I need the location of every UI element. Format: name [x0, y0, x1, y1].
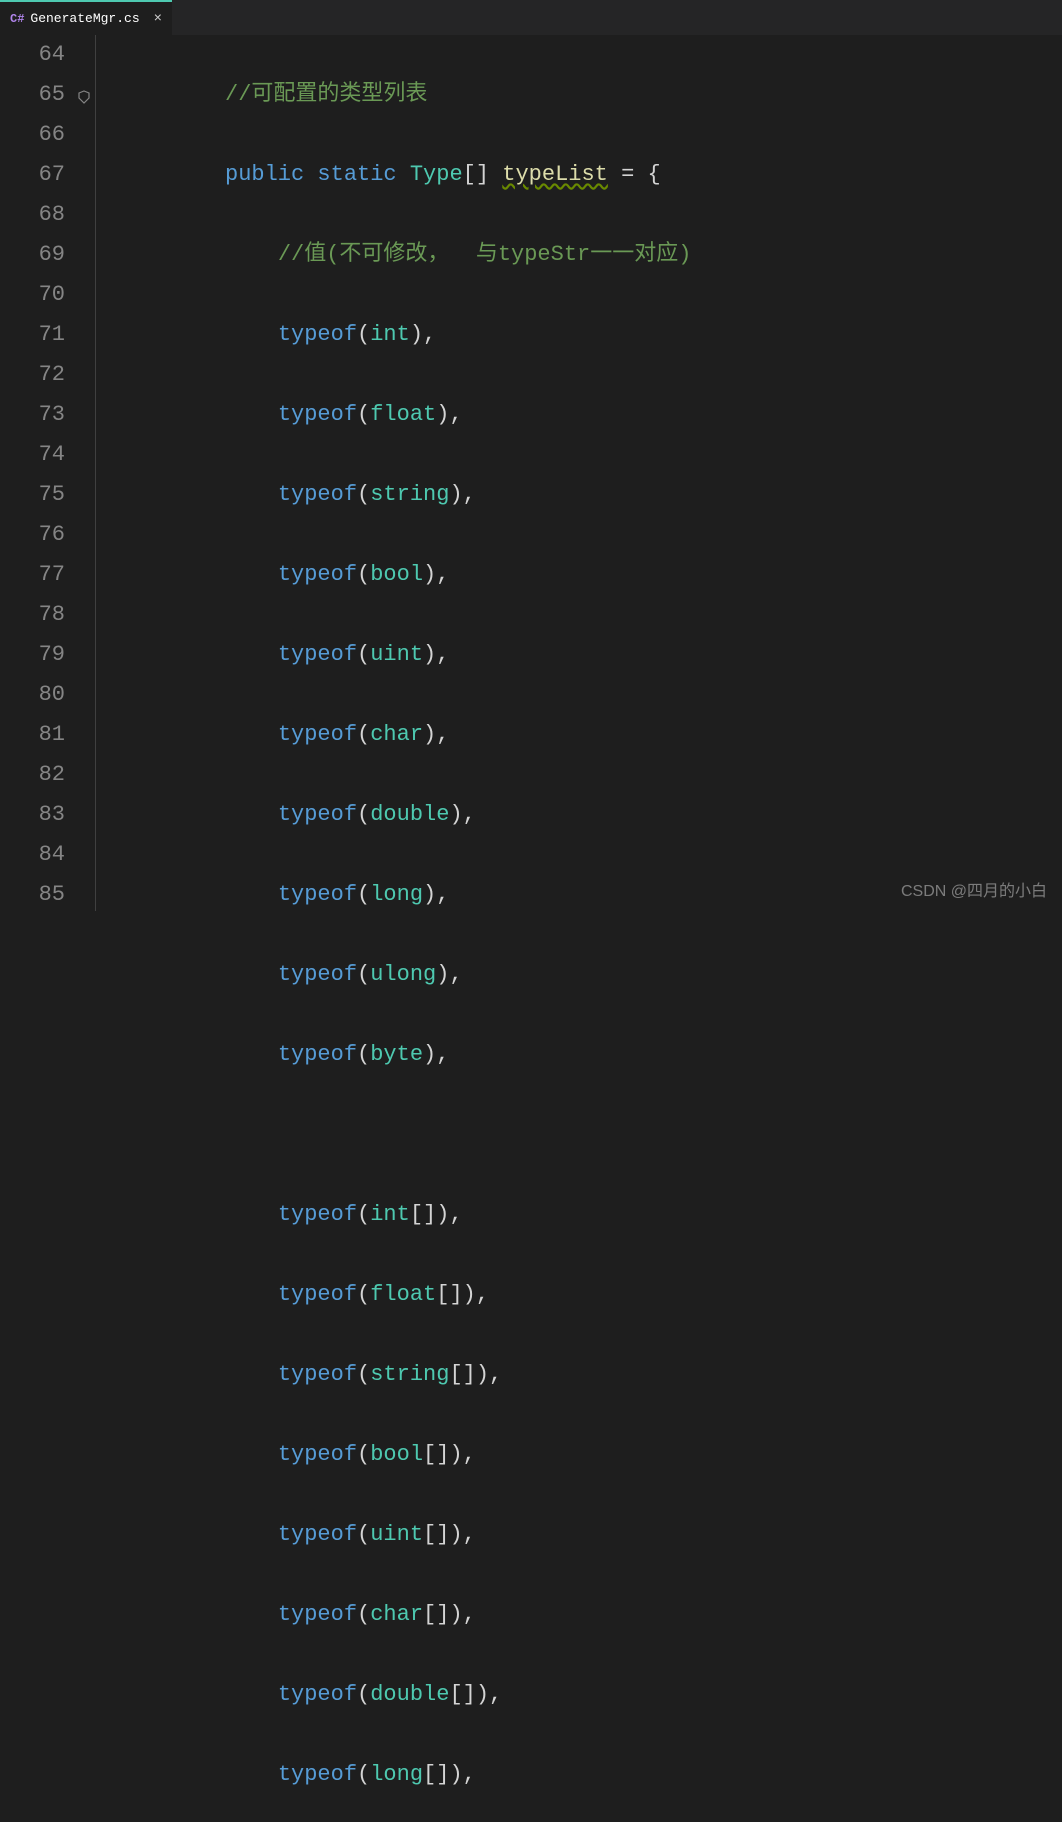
- line-number: 65: [0, 75, 65, 115]
- line-number: 73: [0, 395, 65, 435]
- typeof-keyword: typeof: [278, 402, 357, 427]
- line-number: 85: [0, 875, 65, 915]
- type-name: Type: [410, 162, 463, 187]
- line-number: 75: [0, 475, 65, 515]
- equals-brace: = {: [608, 162, 661, 187]
- typeof-keyword: typeof: [278, 562, 357, 587]
- line-number: 81: [0, 715, 65, 755]
- line-number: 66: [0, 115, 65, 155]
- brackets: []: [463, 162, 489, 187]
- line-number: 83: [0, 795, 65, 835]
- type-uint: uint: [370, 642, 423, 667]
- typeof-keyword: typeof: [278, 1042, 357, 1067]
- indent-guide: [95, 35, 225, 911]
- line-number: 74: [0, 435, 65, 475]
- typeof-keyword: typeof: [278, 1442, 357, 1467]
- line-number: 71: [0, 315, 65, 355]
- line-number: 68: [0, 195, 65, 235]
- close-icon[interactable]: ×: [154, 11, 162, 27]
- line-number-gutter: 64 65 66 67 68 69 70 71 72 73 74 75 76 7…: [0, 35, 75, 911]
- type-float-array: float: [370, 1282, 436, 1307]
- typeof-keyword: typeof: [278, 1762, 357, 1787]
- typeof-keyword: typeof: [278, 1282, 357, 1307]
- typeof-keyword: typeof: [278, 802, 357, 827]
- type-uint-array: uint: [370, 1522, 423, 1547]
- type-char-array: char: [370, 1602, 423, 1627]
- line-number: 78: [0, 595, 65, 635]
- line-number: 80: [0, 675, 65, 715]
- type-bool-array: bool: [370, 1442, 423, 1467]
- typeof-keyword: typeof: [278, 1202, 357, 1227]
- line-number: 82: [0, 755, 65, 795]
- type-double: double: [370, 802, 449, 827]
- comment: //值(不可修改， 与typeStr一一对应): [278, 242, 692, 267]
- tab-filename: GenerateMgr.cs: [30, 11, 139, 26]
- code-content[interactable]: //可配置的类型列表 public static Type[] typeList…: [225, 35, 1062, 911]
- type-string: string: [370, 482, 449, 507]
- line-number: 76: [0, 515, 65, 555]
- typeof-keyword: typeof: [278, 962, 357, 987]
- fold-collapse-icon[interactable]: [77, 79, 91, 119]
- line-number: 64: [0, 35, 65, 75]
- watermark: CSDN @四月的小白: [901, 877, 1047, 901]
- type-byte: byte: [370, 1042, 423, 1067]
- line-number: 77: [0, 555, 65, 595]
- line-number: 67: [0, 155, 65, 195]
- typeof-keyword: typeof: [278, 722, 357, 747]
- tab-bar: C# GenerateMgr.cs ×: [0, 0, 1062, 35]
- type-ulong: ulong: [370, 962, 436, 987]
- variable-name: typeList: [502, 162, 608, 187]
- typeof-keyword: typeof: [278, 1602, 357, 1627]
- typeof-keyword: typeof: [278, 322, 357, 347]
- typeof-keyword: typeof: [278, 1682, 357, 1707]
- tab-lang-label: C#: [10, 12, 24, 26]
- type-int-array: int: [370, 1202, 410, 1227]
- typeof-keyword: typeof: [278, 482, 357, 507]
- line-number: 72: [0, 355, 65, 395]
- keyword-static: static: [317, 162, 396, 187]
- keyword-public: public: [225, 162, 304, 187]
- typeof-keyword: typeof: [278, 642, 357, 667]
- editor-tab[interactable]: C# GenerateMgr.cs ×: [0, 0, 172, 35]
- typeof-keyword: typeof: [278, 1362, 357, 1387]
- type-long-array: long: [370, 1762, 423, 1787]
- line-number: 84: [0, 835, 65, 875]
- typeof-keyword: typeof: [278, 1522, 357, 1547]
- editor-area[interactable]: 64 65 66 67 68 69 70 71 72 73 74 75 76 7…: [0, 35, 1062, 911]
- type-float: float: [370, 402, 436, 427]
- line-number: 69: [0, 235, 65, 275]
- type-string-array: string: [370, 1362, 449, 1387]
- comment: //可配置的类型列表: [225, 82, 427, 107]
- type-bool: bool: [370, 562, 423, 587]
- line-number: 70: [0, 275, 65, 315]
- typeof-keyword: typeof: [278, 882, 357, 907]
- line-number: 79: [0, 635, 65, 675]
- fold-gutter: [75, 35, 95, 911]
- type-long: long: [370, 882, 423, 907]
- type-double-array: double: [370, 1682, 449, 1707]
- type-char: char: [370, 722, 423, 747]
- type-int: int: [370, 322, 410, 347]
